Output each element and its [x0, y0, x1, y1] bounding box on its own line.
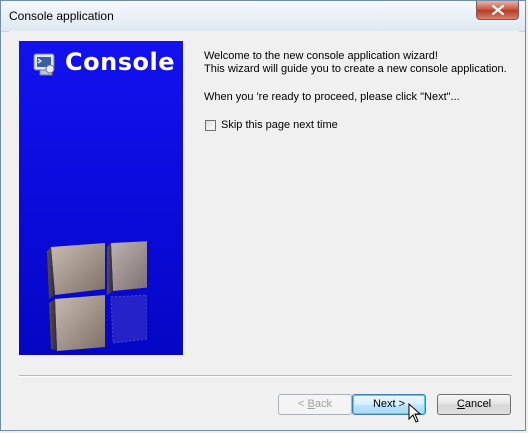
skip-page-option[interactable]: Skip this page next time	[205, 118, 338, 132]
welcome-text: Welcome to the new console application w…	[204, 50, 509, 76]
cancel-button-mnemonic: C	[456, 398, 465, 410]
back-button[interactable]: < Back	[278, 394, 352, 415]
welcome-line-1: Welcome to the new console application w…	[204, 50, 438, 62]
wizard-body: Console Welcome to the new console appli…	[9, 31, 519, 424]
cancel-button[interactable]: Cancel	[437, 394, 511, 415]
skip-page-checkbox[interactable]	[205, 119, 216, 131]
close-button[interactable]	[476, 1, 519, 20]
window-title: Console application	[9, 9, 114, 23]
skip-page-label[interactable]: Skip this page next time	[221, 119, 338, 131]
mouse-cursor-icon	[408, 403, 422, 423]
cancel-button-rest: ancel	[464, 398, 492, 410]
welcome-line-2: This wizard will guide you to create a n…	[204, 63, 507, 75]
back-button-rest: ack	[314, 398, 332, 410]
back-button-mnemonic: B	[307, 398, 315, 410]
separator-line	[19, 375, 512, 377]
banner-title: Console	[65, 48, 175, 76]
title-bar[interactable]: Console application	[1, 1, 525, 32]
back-button-prefix: <	[298, 398, 308, 410]
side-banner: Console	[19, 41, 183, 355]
ready-text: When you 're ready to proceed, please cl…	[204, 91, 460, 103]
console-app-icon	[33, 53, 55, 76]
wizard-window: Console application Console Welcome to t…	[0, 0, 526, 431]
close-icon	[492, 5, 504, 15]
next-button-label: Next >	[372, 398, 406, 410]
cubes-graphic	[47, 241, 147, 351]
